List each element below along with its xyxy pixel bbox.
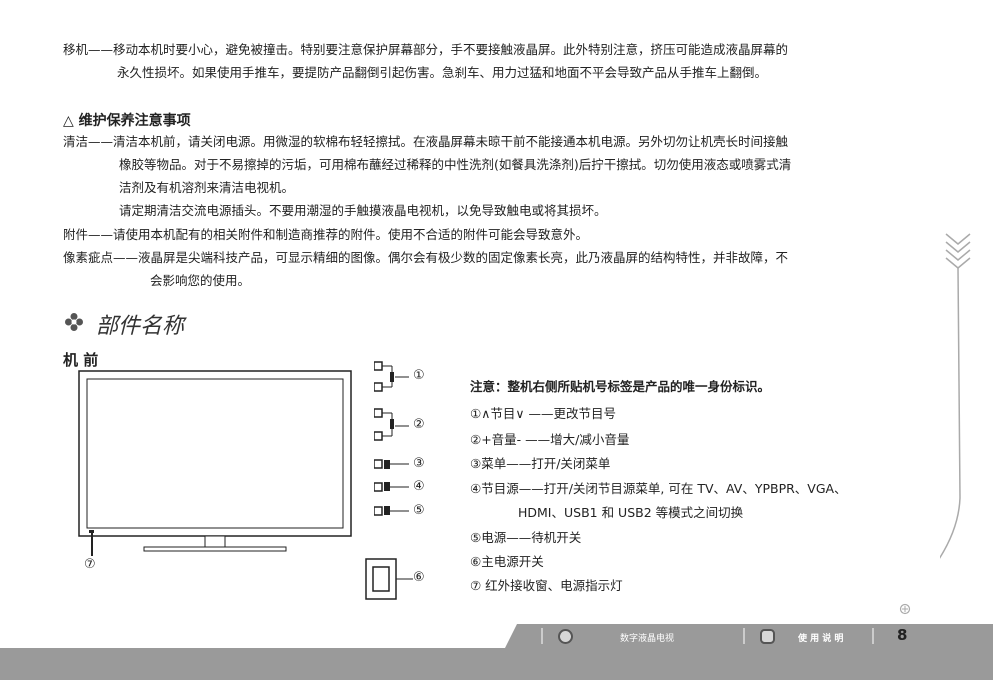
note-menu: ③菜单——打开/关闭菜单 [470,456,611,471]
page-number: 8 [897,626,908,644]
decorative-side-ornament [900,228,990,618]
callout-7-leader [91,532,93,556]
callout-7-number: ⑦ [84,557,96,572]
clean-line-1: 清洁——清洁本机前，请关闭电源。用微湿的软棉布轻轻擦拭。在液晶屏幕未晾干前不能接… [63,134,789,149]
callout-3-number: ③ [413,456,425,471]
tv-front-diagram [78,370,352,556]
footer-bar [0,648,993,680]
pixel-line-2: 会影响您的使用。 [150,273,251,288]
front-view-label: 机 前 [63,351,99,369]
note-ir: ⑦ 红外接收窗、电源指示灯 [470,578,623,593]
note-power: ⑤电源——待机开关 [470,530,582,545]
gem-icon [760,629,775,644]
note-volume: ②+音量- ——增大/减小音量 [470,432,630,447]
clean-line-2: 橡胶等物品。对于不易擦掉的污垢，可用棉布蘸经过稀释的中性洗剂(如餐具洗涤剂)后拧… [119,157,792,172]
footer-tab [505,624,993,648]
note-channel: ①∧节目∨ ——更改节目号 [470,406,616,421]
disc-icon [558,629,573,644]
clean-line-3: 洁剂及有机溶剂来清洁电视机。 [119,180,295,195]
maintenance-title: △ 维护保养注意事项 [63,113,191,129]
move-line-2: 永久性损坏。如果使用手推车，要提防产品翻倒引起伤害。急刹车、用力过猛和地面不平会… [117,65,768,80]
callout-2-number: ② [413,417,425,432]
side-buttons-diagram [373,360,444,530]
callout-4-number: ④ [413,479,425,494]
parts-title: 部件名称 [96,314,185,339]
pixel-line-1: 像素疵点——液晶屏是尖端科技产品，可显示精细的图像。偶尔会有极少数的固定像素长亮… [63,250,789,265]
callout-1-number: ① [413,368,425,383]
accessory-line: 附件——请使用本机配有的相关附件和制造商推荐的附件。使用不合适的附件可能会导致意… [63,227,589,242]
note-source: ④节目源——打开/关闭节目源菜单, 可在 TV、AV、YPBPR、VGA、 [470,481,847,496]
move-line-1: 移机——移动本机时要小心，避免被撞击。特别要注意保护屏幕部分，手不要接触液晶屏。… [63,42,789,57]
footer-product-label: 数字液晶电视 [620,634,675,644]
note-main-power: ⑥主电源开关 [470,554,544,569]
note-label-id: 注意：整机右侧所贴机号标签是产品的唯一身份标识。 [470,379,771,394]
footer-manual-label: 使 用 说 明 [798,634,844,644]
plus-circle-icon [899,600,911,615]
callout-6-number: ⑥ [413,570,425,585]
main-power-switch-diagram [365,558,415,602]
note-source-cont: HDMI、USB1 和 USB2 等模式之间切换 [518,505,744,520]
flower-icon [64,312,84,332]
clean-line-4: 请定期清洁交流电源插头。不要用潮湿的手触摸液晶电视机，以免导致触电或将其损坏。 [119,203,607,218]
callout-5-number: ⑤ [413,503,425,518]
